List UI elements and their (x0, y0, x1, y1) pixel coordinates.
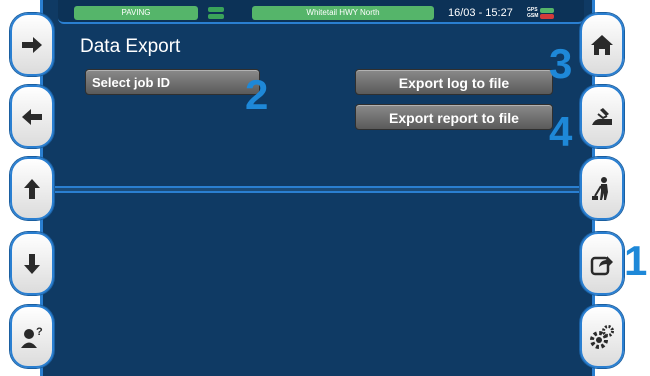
arrow-right-icon (22, 36, 42, 53)
section-divider (42, 186, 593, 193)
worker-button[interactable] (580, 157, 624, 220)
export-icon (590, 255, 613, 275)
callout-2: 2 (245, 71, 269, 118)
callout-4: 4 (549, 108, 573, 155)
arrow-down-icon (24, 253, 40, 274)
settings-button[interactable] (580, 305, 624, 368)
select-job-button[interactable]: Select job ID (85, 69, 260, 95)
paver-icon (592, 107, 612, 125)
home-icon (591, 34, 613, 55)
arrow-up-icon (24, 178, 40, 199)
export-button[interactable] (580, 232, 624, 295)
link-indicator-bottom (208, 14, 224, 19)
settings-icon (590, 324, 614, 349)
gsm-label: GSM (527, 13, 539, 19)
arrow-down-button[interactable] (10, 232, 54, 295)
gsm-indicator (540, 14, 554, 19)
link-indicator-top (208, 7, 224, 12)
road-status: Whitetail HWY North (252, 6, 434, 20)
user-help-button[interactable]: ? (10, 305, 54, 368)
svg-text:?: ? (36, 326, 43, 338)
arrow-left-button[interactable] (10, 85, 54, 148)
arrow-right-button[interactable] (10, 13, 54, 76)
export-report-button[interactable]: Export report to file (355, 104, 553, 130)
paver-button[interactable] (580, 85, 624, 148)
callout-1: 1 (624, 237, 648, 284)
arrow-left-icon (22, 108, 42, 125)
status-bar: PAVING Whitetail HWY North 16/03 - 15:27… (58, 0, 584, 24)
datetime: 16/03 - 15:27 (448, 7, 513, 19)
arrow-up-button[interactable] (10, 157, 54, 220)
worker-icon (592, 176, 608, 200)
gps-indicator (540, 8, 554, 13)
callout-3: 3 (549, 40, 573, 87)
user-help-icon: ? (21, 326, 43, 348)
page-title: Data Export (80, 36, 181, 57)
export-log-button[interactable]: Export log to file (355, 69, 553, 95)
mode-status: PAVING (74, 6, 198, 20)
home-button[interactable] (580, 13, 624, 76)
